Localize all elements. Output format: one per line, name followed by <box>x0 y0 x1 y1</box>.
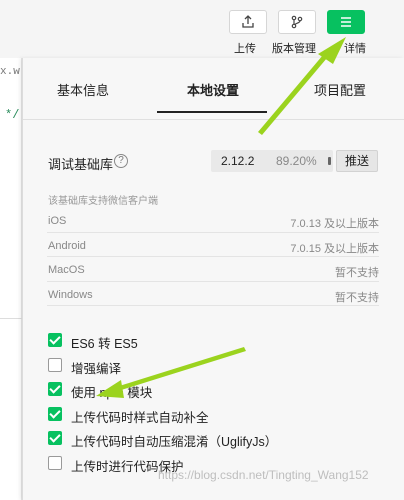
editor-tab[interactable]: x.w <box>0 66 20 78</box>
option-minify-uglify[interactable]: 上传代码时自动压缩混淆（UglifyJs） <box>47 426 387 451</box>
support-status: 暂不支持 <box>335 291 379 304</box>
push-button[interactable]: 推送 <box>336 150 378 172</box>
details-label: 详情 <box>344 43 366 55</box>
support-table: iOS 7.0.13 及以上版本 Android 7.0.15 及以上版本 Ma… <box>47 208 379 306</box>
support-os: Windows <box>48 288 93 301</box>
checkbox[interactable] <box>48 382 62 396</box>
editor-code: */ <box>5 108 20 122</box>
tab-basic-info[interactable]: 基本信息 <box>57 80 109 99</box>
option-style-autoprefix[interactable]: 上传代码时样式自动补全 <box>47 402 387 427</box>
checkbox[interactable] <box>48 357 62 372</box>
details-panel: 基本信息 本地设置 项目配置 调试基础库 ? 2.12.2 89.20% 推送 … <box>22 58 404 500</box>
tab-project-config[interactable]: 项目配置 <box>314 80 366 99</box>
details-button[interactable] <box>327 10 365 34</box>
support-status: 7.0.15 及以上版本 <box>290 242 379 255</box>
settings-options: ES6 转 ES5 增强编译 使用 npm 模块 上传代码时样式自动补全 上传代… <box>47 328 387 475</box>
support-os: MacOS <box>48 264 85 276</box>
lib-percent: 89.20% <box>276 154 317 168</box>
option-use-npm[interactable]: 使用 npm 模块 <box>47 377 387 402</box>
option-label: 使用 npm 模块 <box>71 386 153 400</box>
lib-version-select[interactable]: 2.12.2 89.20% <box>211 150 333 172</box>
branch-icon <box>291 15 303 29</box>
upload-label: 上传 <box>234 43 256 55</box>
upload-icon <box>242 15 254 28</box>
debug-lib-label: 调试基础库 <box>48 157 114 172</box>
support-row: MacOS 暂不支持 <box>47 257 379 282</box>
help-icon[interactable]: ? <box>114 154 128 168</box>
option-label: ES6 转 ES5 <box>71 337 138 351</box>
support-os: iOS <box>48 215 67 227</box>
code-editor[interactable] <box>0 58 22 500</box>
toolbar: 上传 版本管理 详情 <box>0 0 404 58</box>
watermark: https://blog.csdn.net/Tingting_Wang152 <box>158 468 369 482</box>
version-label: 版本管理 <box>272 43 316 55</box>
option-es6-to-es5[interactable]: ES6 转 ES5 <box>47 328 387 353</box>
option-label: 上传代码时样式自动补全 <box>71 410 209 425</box>
menu-icon <box>341 17 351 27</box>
support-row: Windows 暂不支持 <box>47 282 379 306</box>
checkbox[interactable] <box>48 406 62 421</box>
option-label: 增强编译 <box>71 361 122 376</box>
support-status: 7.0.13 及以上版本 <box>290 218 379 230</box>
option-enhanced-compile[interactable]: 增强编译 <box>47 353 387 378</box>
lib-version: 2.12.2 <box>221 154 255 168</box>
upload-button[interactable] <box>229 10 267 34</box>
tab-local-settings[interactable]: 本地设置 <box>187 80 239 99</box>
support-os: Android <box>48 239 86 252</box>
version-button[interactable] <box>278 10 316 34</box>
support-status: 暂不支持 <box>335 267 379 279</box>
checkbox[interactable] <box>48 333 62 347</box>
checkbox[interactable] <box>48 431 62 445</box>
editor-divider <box>0 318 22 319</box>
support-note: 该基础库支持微信客户端 <box>48 196 158 207</box>
select-indicator-icon <box>328 157 331 165</box>
panel-tabs: 基本信息 本地设置 项目配置 <box>23 58 404 120</box>
support-row: iOS 7.0.13 及以上版本 <box>47 208 379 233</box>
option-label: 上传代码时自动压缩混淆（UglifyJs） <box>71 435 278 449</box>
checkbox[interactable] <box>48 455 62 470</box>
active-tab-indicator <box>157 111 267 113</box>
debug-lib-row: 调试基础库 ? 2.12.2 89.20% 推送 <box>23 146 404 176</box>
support-row: Android 7.0.15 及以上版本 <box>47 233 379 257</box>
